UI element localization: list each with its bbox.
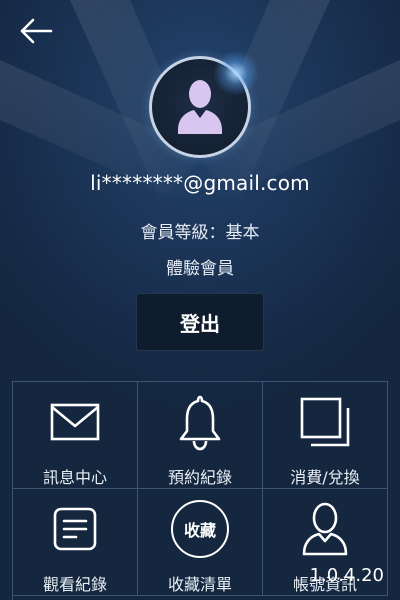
favorite-circle-icon: 收藏 <box>171 500 229 558</box>
stacked-squares-icon <box>300 397 350 447</box>
menu-item-watch-history[interactable]: 觀看紀錄 <box>13 489 138 596</box>
menu-item-purchase-redeem[interactable]: 消費/兌換 <box>263 382 388 489</box>
back-button[interactable] <box>18 16 54 46</box>
menu-item-reservations[interactable]: 預約紀錄 <box>138 382 263 489</box>
favorite-icon-text: 收藏 <box>183 521 216 540</box>
menu-item-label: 訊息中心 <box>42 468 107 487</box>
menu-item-favorites[interactable]: 收藏 收藏清單 <box>138 489 263 596</box>
menu-item-label: 消費/兌換 <box>290 468 360 487</box>
menu-item-label: 收藏清單 <box>167 575 232 594</box>
bell-icon <box>179 395 221 451</box>
envelope-icon <box>50 403 100 441</box>
user-email: li********@gmail.com <box>90 171 310 195</box>
menu-item-message-center[interactable]: 訊息中心 <box>13 382 138 489</box>
member-level: 會員等級：基本 <box>140 223 260 243</box>
user-outline-icon <box>302 502 348 556</box>
avatar[interactable] <box>149 50 259 158</box>
member-type: 體驗會員 <box>166 259 234 279</box>
arrow-left-icon <box>20 18 53 44</box>
document-icon <box>53 507 97 551</box>
logout-button[interactable]: 登出 <box>136 293 264 351</box>
menu-item-label: 觀看紀錄 <box>42 575 107 594</box>
menu-item-label: 預約紀錄 <box>167 468 232 487</box>
version-label: 1.0.4.20 <box>309 565 384 586</box>
user-silhouette-icon <box>178 80 222 134</box>
